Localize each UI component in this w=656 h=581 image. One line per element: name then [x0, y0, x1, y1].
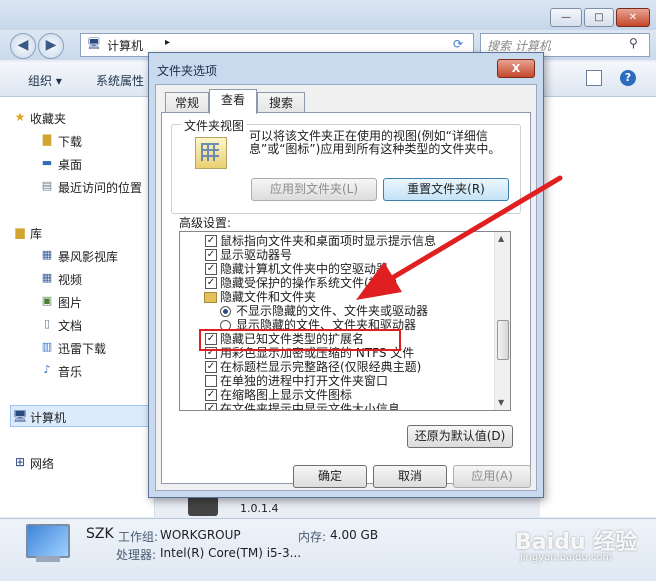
watermark-url: jingyan.baidu.com	[520, 552, 613, 563]
annotation-arrow-shaft	[389, 175, 563, 281]
tab-view[interactable]: 查看	[209, 89, 257, 114]
annotation-arrow-head	[356, 262, 402, 300]
annotation-arrow	[356, 175, 563, 300]
